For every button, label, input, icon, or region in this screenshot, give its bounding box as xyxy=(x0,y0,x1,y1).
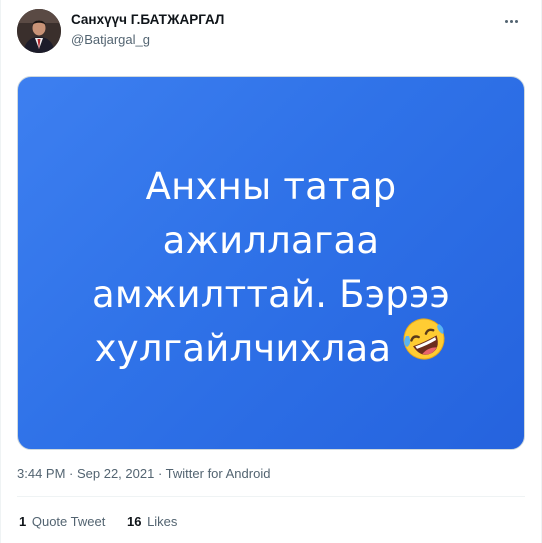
media-text-line: амжилттай. Бэрээ xyxy=(92,272,450,316)
avatar[interactable] xyxy=(17,9,61,53)
meta-separator: · xyxy=(154,466,166,481)
quote-count: 1 xyxy=(19,514,27,529)
media-text-line-last: хулгайлчихлаа xyxy=(92,318,450,377)
quote-label: Quote Tweet xyxy=(31,514,106,529)
divider xyxy=(17,496,525,497)
media-text: Анхны татар ажиллагаа амжилттай. Бэрээ х… xyxy=(92,160,450,377)
meta-separator: · xyxy=(65,466,77,481)
like-label: Likes xyxy=(147,514,178,529)
rolling-on-floor-laughing-emoji-icon xyxy=(401,316,447,377)
tweet-stats: 1 Quote Tweet 16 Likes xyxy=(19,514,195,530)
tweet: Санхүүч Г.БАТЖАРГАЛ @Batjargal_g Анхны т… xyxy=(0,0,542,543)
like-count: 16 xyxy=(126,514,142,529)
quote-tweets-stat[interactable]: 1 Quote Tweet xyxy=(19,514,105,530)
author-display-name[interactable]: Санхүүч Г.БАТЖАРГАЛ xyxy=(71,11,224,29)
tweet-header: Санхүүч Г.БАТЖАРГАЛ @Batjargal_g xyxy=(17,9,525,53)
tweet-meta: 3:44 PM · Sep 22, 2021 · Twitter for And… xyxy=(17,466,270,482)
tweet-media-image[interactable]: Анхны татар ажиллагаа амжилттай. Бэрээ х… xyxy=(17,76,525,450)
more-options-icon[interactable] xyxy=(499,11,523,31)
avatar-image xyxy=(17,9,61,53)
media-text-line-4: хулгайлчихлаа xyxy=(94,326,392,370)
tweet-time-link[interactable]: 3:44 PM xyxy=(17,466,65,481)
media-text-line: Анхны татар xyxy=(145,164,397,208)
media-text-line: ажиллагаа xyxy=(162,218,380,262)
author-handle[interactable]: @Batjargal_g xyxy=(71,31,224,49)
tweet-date-link[interactable]: Sep 22, 2021 xyxy=(77,466,154,481)
likes-stat[interactable]: 16 Likes xyxy=(127,514,177,530)
author-names: Санхүүч Г.БАТЖАРГАЛ @Batjargal_g xyxy=(71,11,224,49)
tweet-source-link[interactable]: Twitter for Android xyxy=(166,466,271,481)
